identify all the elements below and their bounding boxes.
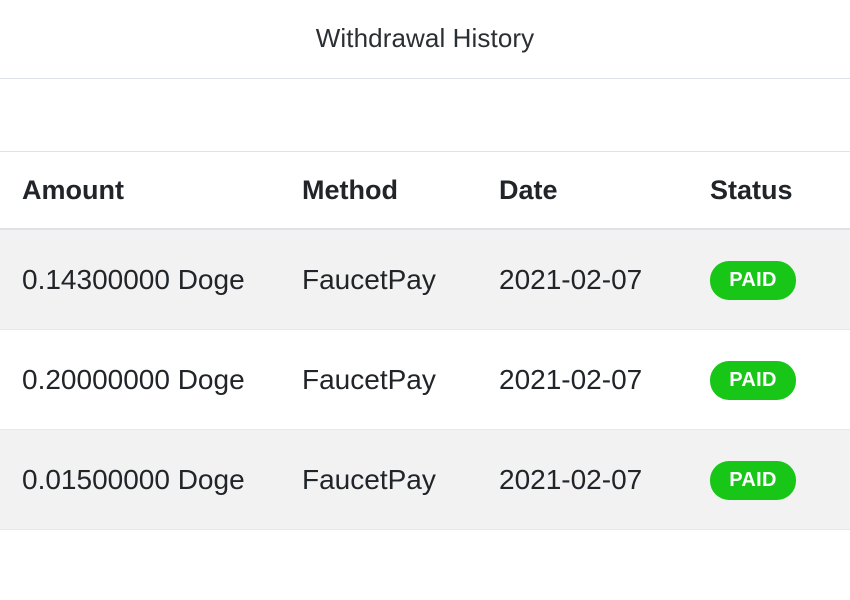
- cell-amount: 0.14300000 Doge: [0, 229, 301, 331]
- card-header: Withdrawal History: [0, 0, 850, 79]
- status-badge: PAID: [710, 361, 796, 401]
- table-row[interactable]: 0.01500000 Doge FaucetPay 2021-02-07 PAI…: [0, 429, 850, 531]
- column-header-date[interactable]: Date: [497, 152, 710, 231]
- cell-amount: 0.20000000 Doge: [0, 329, 301, 431]
- table-row[interactable]: 0.20000000 Doge FaucetPay 2021-02-07 PAI…: [0, 329, 850, 431]
- withdrawal-history-table: Amount Method Date Status 0.14300000 Dog…: [0, 152, 850, 531]
- column-header-method[interactable]: Method: [301, 152, 497, 231]
- cell-date: 2021-02-07: [497, 229, 710, 331]
- cell-date: 2021-02-07: [497, 329, 710, 431]
- page-title: Withdrawal History: [315, 23, 535, 54]
- column-header-amount[interactable]: Amount: [0, 152, 301, 231]
- cell-amount: 0.01500000 Doge: [0, 429, 301, 531]
- withdrawal-history-page: Withdrawal History Amount Method Date St…: [0, 0, 850, 600]
- cell-status: PAID: [710, 329, 850, 431]
- column-header-status[interactable]: Status: [710, 152, 850, 231]
- status-badge: PAID: [710, 261, 796, 301]
- table-row[interactable]: 0.14300000 Doge FaucetPay 2021-02-07 PAI…: [0, 229, 850, 331]
- status-badge: PAID: [710, 461, 796, 501]
- cell-status: PAID: [710, 229, 850, 331]
- withdrawal-table-container: Amount Method Date Status 0.14300000 Dog…: [0, 152, 850, 531]
- cell-method: FaucetPay: [301, 229, 497, 331]
- table-header: Amount Method Date Status: [0, 152, 850, 231]
- table-body: 0.14300000 Doge FaucetPay 2021-02-07 PAI…: [0, 229, 850, 531]
- cell-method: FaucetPay: [301, 329, 497, 431]
- cell-status: PAID: [710, 429, 850, 531]
- table-header-row: Amount Method Date Status: [0, 152, 850, 231]
- cell-date: 2021-02-07: [497, 429, 710, 531]
- cell-method: FaucetPay: [301, 429, 497, 531]
- table-toolbar-band: [0, 79, 850, 152]
